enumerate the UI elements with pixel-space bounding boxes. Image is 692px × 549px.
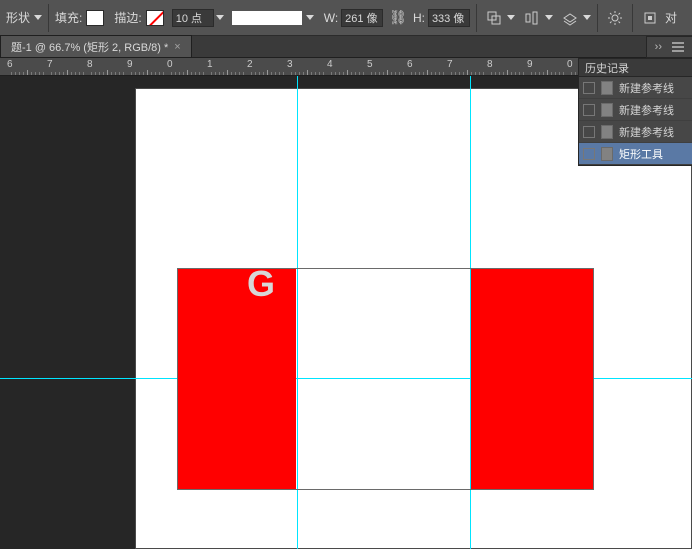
ruler-tick: 7 [447, 59, 453, 70]
ruler-number: 9 [527, 59, 533, 70]
document-tab[interactable]: 题-1 @ 66.7% (矩形 2, RGB/8) * × [0, 35, 192, 57]
chevron-down-icon[interactable] [583, 15, 591, 20]
align-edges-button[interactable] [639, 7, 661, 29]
separator [632, 4, 633, 32]
separator [597, 4, 598, 32]
history-item-label: 新建参考线 [619, 124, 674, 140]
width-label: W: [324, 11, 338, 25]
history-item[interactable]: 矩形工具 [579, 143, 692, 165]
ruler-tick: 5 [367, 59, 373, 70]
stroke-line-preview [232, 11, 302, 25]
arrange-button[interactable] [559, 7, 581, 29]
ruler-tick: 6 [7, 59, 13, 70]
ruler-tick: 3 [287, 59, 293, 70]
ruler-number: 0 [167, 59, 173, 70]
ruler-tick: 0 [167, 59, 173, 70]
ruler-number: 8 [487, 59, 493, 70]
align-edges-label: 对 [665, 9, 677, 26]
ruler-number: 6 [407, 59, 413, 70]
shape-bounding-box[interactable] [177, 268, 594, 490]
watermark: G [247, 263, 277, 305]
chevron-down-icon [34, 15, 42, 20]
fill-swatch[interactable] [86, 10, 104, 26]
ruler-tick: 0 [567, 59, 573, 70]
history-item-label: 新建参考线 [619, 102, 674, 118]
ruler-tick: 6 [407, 59, 413, 70]
visibility-box[interactable] [583, 82, 595, 94]
width-input[interactable] [341, 9, 383, 27]
separator [476, 4, 477, 32]
ruler-number: 2 [247, 59, 253, 70]
shape-mode-dropdown[interactable]: 形状 [6, 9, 42, 26]
history-item[interactable]: 新建参考线 [579, 77, 692, 99]
ruler-number: 7 [447, 59, 453, 70]
document-icon [601, 103, 613, 117]
options-bar: 形状 填充: 描边: W: ⛓ H: 对 [0, 0, 692, 36]
ruler-tick: 7 [47, 59, 53, 70]
height-input[interactable] [428, 9, 470, 27]
panel-header[interactable]: 历史记录 [579, 59, 692, 77]
link-dimensions-icon[interactable]: ⛓ [389, 9, 407, 26]
ruler-number: 4 [327, 59, 333, 70]
height-label: H: [413, 11, 425, 25]
ruler-tick: 8 [487, 59, 493, 70]
stroke-width-input[interactable] [172, 9, 214, 27]
visibility-box[interactable] [583, 126, 595, 138]
ruler-number: 8 [87, 59, 93, 70]
document-tabs: 题-1 @ 66.7% (矩形 2, RGB/8) * × [0, 36, 692, 58]
ruler-number: 5 [367, 59, 373, 70]
history-panel: 历史记录 新建参考线新建参考线新建参考线矩形工具 [578, 58, 692, 166]
chevron-down-icon[interactable] [216, 15, 224, 20]
chevron-down-icon [306, 15, 314, 20]
stroke-label: 描边: [114, 9, 141, 26]
gear-icon[interactable] [604, 7, 626, 29]
ruler-number: 1 [207, 59, 213, 70]
fill-label: 填充: [55, 9, 82, 26]
path-operations-button[interactable] [483, 7, 505, 29]
document-icon [601, 147, 613, 161]
visibility-box[interactable] [583, 104, 595, 116]
panel-title: 历史记录 [585, 60, 629, 76]
history-item[interactable]: 新建参考线 [579, 99, 692, 121]
document-icon [601, 125, 613, 139]
chevron-down-icon[interactable] [545, 15, 553, 20]
ruler-tick: 8 [87, 59, 93, 70]
ruler-tick: 2 [247, 59, 253, 70]
document-icon [601, 81, 613, 95]
align-button[interactable] [521, 7, 543, 29]
close-icon[interactable]: × [174, 41, 180, 53]
ruler-number: 9 [127, 59, 133, 70]
shape-mode-label: 形状 [6, 9, 30, 26]
ruler-number: 6 [7, 59, 13, 70]
ruler-number: 0 [567, 59, 573, 70]
ruler-tick: 1 [207, 59, 213, 70]
stroke-style-dropdown[interactable] [232, 11, 314, 25]
panel-collapse-bar: ›› [646, 36, 692, 58]
history-item[interactable]: 新建参考线 [579, 121, 692, 143]
menu-icon[interactable] [672, 42, 684, 52]
chevron-down-icon[interactable] [507, 15, 515, 20]
history-item-label: 矩形工具 [619, 146, 663, 162]
collapse-icon[interactable]: ›› [655, 41, 662, 53]
ruler-tick: 4 [327, 59, 333, 70]
separator [48, 4, 49, 32]
ruler-number: 7 [47, 59, 53, 70]
ruler-tick: 9 [127, 59, 133, 70]
ruler-tick: 9 [527, 59, 533, 70]
stroke-swatch[interactable] [146, 10, 164, 26]
history-item-label: 新建参考线 [619, 80, 674, 96]
visibility-box[interactable] [583, 148, 595, 160]
tab-title: 题-1 @ 66.7% (矩形 2, RGB/8) * [11, 39, 168, 55]
ruler-number: 3 [287, 59, 293, 70]
